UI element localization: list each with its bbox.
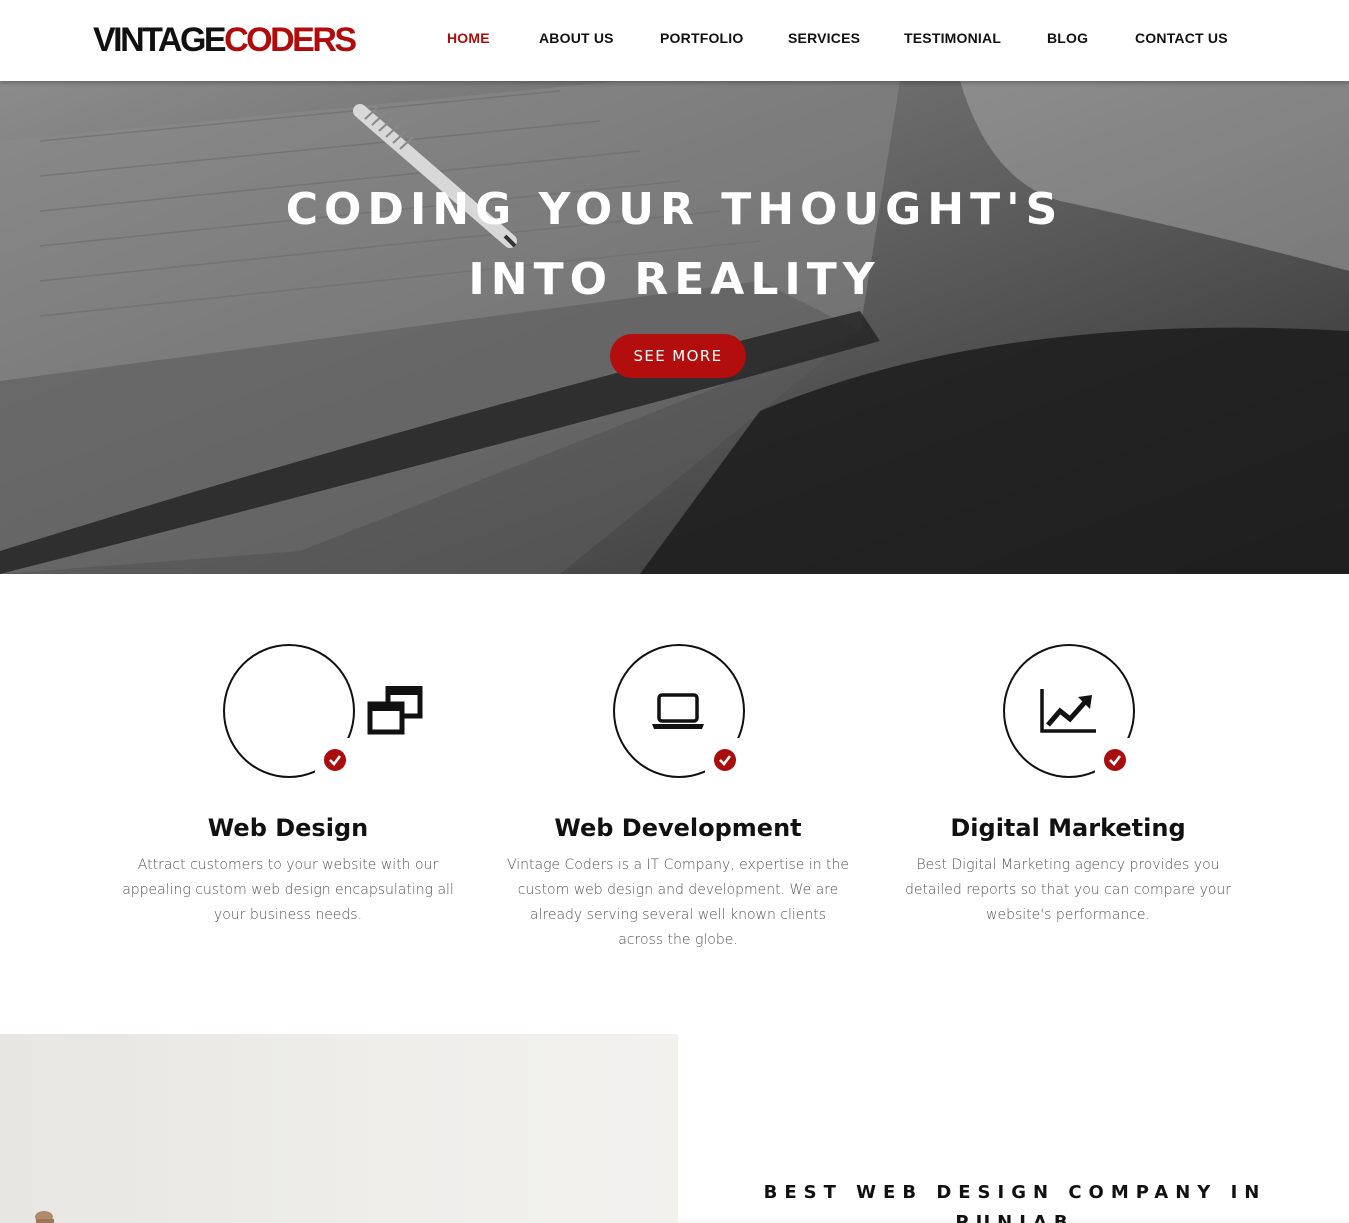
service-title: Digital Marketing [950, 814, 1186, 842]
service-description: Attract customers to your website with o… [122, 857, 454, 923]
nav-testimonial[interactable]: TESTIMONIAL [904, 30, 1001, 46]
about-image [0, 1034, 678, 1223]
nav-blog[interactable]: BLOG [1047, 30, 1088, 46]
see-more-button[interactable]: SEE MORE [610, 334, 746, 378]
service-title: Web Development [554, 814, 802, 842]
line-chart-icon [1040, 689, 1096, 733]
service-title: Web Design [207, 814, 369, 842]
check-icon [324, 749, 346, 771]
service-description: Vintage Coders is a IT Company, expertis… [506, 857, 850, 948]
nav-portfolio[interactable]: PORTFOLIO [660, 30, 743, 46]
nav-about-us[interactable]: ABOUT US [539, 30, 614, 46]
check-icon [714, 749, 736, 771]
service-description: Best Digital Marketing agency provides y… [904, 857, 1232, 923]
laptop-icon [652, 693, 704, 729]
hero-title-line2: INTO REALITY [468, 254, 881, 305]
check-icon [1104, 749, 1126, 771]
about-heading: BEST WEB DESIGN COMPANY IN PUNJAB [763, 1182, 1267, 1223]
hero-title-line1: CODING YOUR THOUGHT'S [285, 184, 1064, 235]
nav-services[interactable]: SERVICES [788, 30, 860, 46]
site-header: VINTAGECODERS HOME ABOUT US PORTFOLIO SE… [0, 0, 1349, 81]
services-section: Web Design Attract customers to your web… [0, 574, 1349, 1034]
hero-background-image [0, 81, 1349, 574]
nav-contact-us[interactable]: CONTACT US [1135, 30, 1228, 46]
wooden-figure-image [35, 1211, 54, 1223]
windows-stack-icon [367, 686, 423, 735]
hero-banner: CODING YOUR THOUGHT'S INTO REALITY SEE M… [0, 81, 1349, 574]
main-nav: HOME ABOUT US PORTFOLIO SERVICES TESTIMO… [0, 30, 1349, 50]
nav-home[interactable]: HOME [447, 30, 490, 46]
